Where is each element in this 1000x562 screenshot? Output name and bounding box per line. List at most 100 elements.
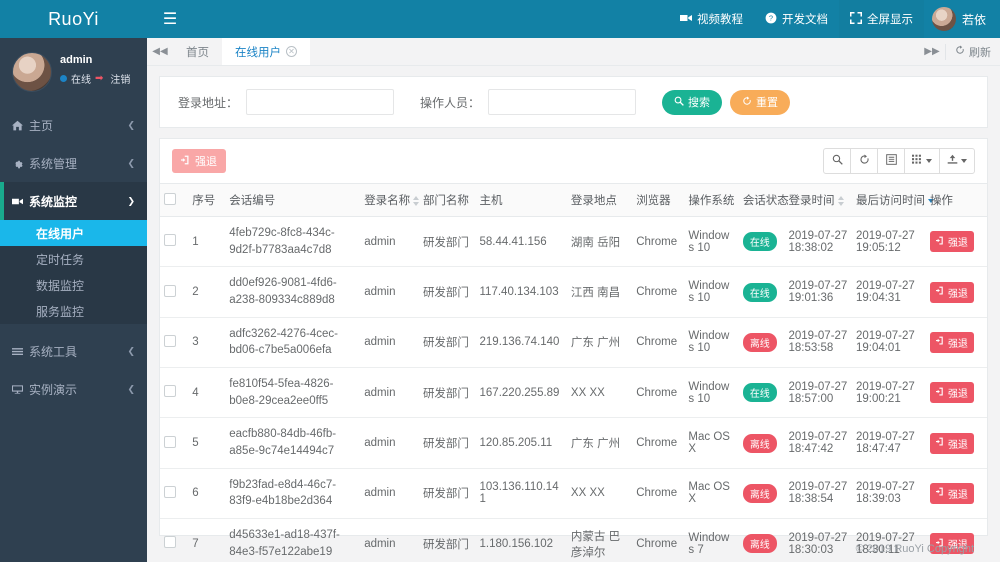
double-left-icon[interactable]: ◀◀ bbox=[147, 38, 173, 65]
sidebar-subitem-online-users[interactable]: 在线用户 bbox=[0, 220, 147, 246]
monitor-icon bbox=[12, 384, 23, 395]
th-login-name[interactable]: 登录名称 bbox=[360, 183, 420, 217]
sidebar-item-demo[interactable]: 实例演示 ❮ bbox=[0, 370, 147, 408]
search-button[interactable]: 搜索 bbox=[662, 89, 723, 115]
cell-action: 强退 bbox=[925, 367, 987, 419]
th-label-browser: 浏览器 bbox=[636, 195, 671, 207]
table-row[interactable]: 6 f9b23fad-e8d4-46c7-83f9-e4b18be2d364 adm… bbox=[160, 468, 987, 520]
chevron-left-icon: ❮ bbox=[127, 119, 135, 130]
sidebar-subitem-service-monitor[interactable]: 服务监控 bbox=[0, 298, 147, 324]
cell-session-id: 4feb729c-8fc8-434c-9d2f-b7783aa4c7d8 bbox=[225, 216, 361, 268]
th-select-all[interactable] bbox=[160, 183, 189, 217]
brand-logo[interactable]: RuoYi bbox=[0, 0, 147, 38]
chevron-down-icon: ❯ bbox=[127, 195, 135, 206]
row-checkbox[interactable] bbox=[164, 334, 176, 347]
row-checkbox-cell bbox=[160, 417, 189, 469]
toolbar-export-button[interactable] bbox=[939, 148, 975, 174]
cell-action: 强退 bbox=[925, 317, 987, 369]
topbar-nav: 视频教程 ? 开发文档 全屏显示 若依 bbox=[669, 0, 1000, 38]
force-logout-button[interactable]: 强退 bbox=[929, 432, 974, 454]
cell-location: XX XX bbox=[566, 367, 633, 419]
cell-login-time: 2019-07-27 18:38:54 bbox=[784, 468, 852, 520]
top-navbar: ☰ 视频教程 ? 开发文档 全屏显示 若依 bbox=[147, 0, 1000, 38]
table-panel: 强退 序号 会话编号 登录名称 部门名称 主机 登录地点 浏览器 操作系统 会话… bbox=[159, 138, 988, 562]
cell-session-id: adfc3262-4276-4cec-bd06-c7be5a006efa bbox=[225, 317, 361, 369]
search-input-operator[interactable] bbox=[488, 89, 637, 115]
home-icon bbox=[12, 120, 23, 131]
sort-icon[interactable] bbox=[413, 195, 420, 206]
table-tool-buttons bbox=[823, 148, 975, 174]
th-label-os: 操作系统 bbox=[688, 195, 735, 207]
cell-status: 离线 bbox=[738, 417, 785, 469]
sidebar-subitem-label-service-monitor: 服务监控 bbox=[36, 304, 85, 319]
refresh-button[interactable]: 刷新 bbox=[946, 44, 1000, 60]
force-logout-button[interactable]: 强退 bbox=[929, 482, 974, 504]
topbar-user[interactable]: 若依 bbox=[924, 7, 1000, 31]
toolbar-columns-button[interactable] bbox=[904, 148, 940, 174]
table-header-row: 序号 会话编号 登录名称 部门名称 主机 登录地点 浏览器 操作系统 会话状态 … bbox=[160, 183, 987, 217]
cell-session-id: dd0ef926-9081-4fd6-a238-809334c889d8 bbox=[225, 266, 361, 318]
th-action: 操作 bbox=[925, 183, 987, 217]
sort-icon[interactable] bbox=[837, 195, 844, 206]
cell-session-id: f9b23fad-e8d4-46c7-83f9-e4b18be2d364 bbox=[225, 468, 361, 520]
toolbar-refresh-button[interactable] bbox=[850, 148, 878, 174]
sidebar-item-system-monitor[interactable]: 系统监控 ❯ bbox=[0, 182, 147, 220]
force-logout-button[interactable]: 强退 bbox=[929, 231, 974, 253]
status-badge: 在线 bbox=[742, 383, 777, 403]
table-row[interactable]: 3 adfc3262-4276-4cec-bd06-c7be5a006efa adm… bbox=[160, 317, 987, 369]
table-row[interactable]: 1 4feb729c-8fc8-434c-9d2f-b7783aa4c7d8 adm… bbox=[160, 216, 987, 268]
cell-location: 湖南 岳阳 bbox=[566, 216, 633, 268]
topbar-item-dev-docs[interactable]: ? 开发文档 bbox=[754, 0, 839, 38]
force-logout-button[interactable]: 强退 bbox=[929, 281, 974, 303]
th-dept: 部门名称 bbox=[418, 183, 476, 217]
batch-force-logout-button[interactable]: 强退 bbox=[172, 149, 226, 173]
close-icon[interactable]: ✕ bbox=[286, 46, 297, 57]
cell-host: 117.40.134.103 bbox=[475, 266, 567, 318]
cell-location: 广东 广州 bbox=[566, 417, 633, 469]
row-checkbox[interactable] bbox=[164, 385, 176, 398]
reset-button[interactable]: 重置 bbox=[730, 89, 791, 115]
th-os: 操作系统 bbox=[684, 183, 739, 217]
tab-home[interactable]: 首页 bbox=[173, 38, 222, 65]
main-area: ☰ 视频教程 ? 开发文档 全屏显示 若依 ◀◀ 首页 在线用户 ✕ ▶▶ 刷新… bbox=[147, 0, 1000, 562]
row-checkbox[interactable] bbox=[164, 485, 176, 498]
refresh-icon bbox=[742, 96, 752, 109]
topbar-item-video-tutorial[interactable]: 视频教程 bbox=[669, 0, 754, 38]
row-checkbox[interactable] bbox=[164, 435, 176, 448]
cell-login-name: admin bbox=[360, 216, 419, 268]
chevron-down-icon bbox=[961, 159, 967, 163]
tab-label-online-users: 在线用户 bbox=[235, 46, 281, 59]
sidebar-item-system-management[interactable]: 系统管理 ❮ bbox=[0, 144, 147, 182]
sidebar-subitem-scheduled-tasks[interactable]: 定时任务 bbox=[0, 246, 147, 272]
export-icon bbox=[947, 154, 958, 168]
th-login-time[interactable]: 登录时间 bbox=[784, 183, 852, 217]
toolbar-toggle-view-button[interactable] bbox=[877, 148, 905, 174]
sidebar-subitem-data-monitor[interactable]: 数据监控 bbox=[0, 272, 147, 298]
table-row[interactable]: 2 dd0ef926-9081-4fd6-a238-809334c889d8 adm… bbox=[160, 266, 987, 318]
status-badge: 离线 bbox=[742, 483, 777, 503]
row-checkbox[interactable] bbox=[164, 234, 176, 247]
double-right-icon[interactable]: ▶▶ bbox=[919, 46, 945, 57]
search-button-label: 搜索 bbox=[688, 97, 711, 109]
table-row[interactable]: 4 fe810f54-5fea-4826-b0e8-29cea2ee0ff5 adm… bbox=[160, 367, 987, 419]
profile-status-label[interactable]: 在线 bbox=[71, 71, 91, 86]
th-index: 序号 bbox=[188, 183, 226, 217]
select-all-checkbox[interactable] bbox=[164, 192, 176, 205]
table-row[interactable]: 5 eacfb880-84db-46fb-a85e-9c74e14494c7 adm… bbox=[160, 417, 987, 469]
user-profile: admin 在线 ➡ 注销 bbox=[0, 38, 147, 102]
sidebar-item-system-tools[interactable]: 系统工具 ❮ bbox=[0, 332, 147, 370]
online-users-table: 序号 会话编号 登录名称 部门名称 主机 登录地点 浏览器 操作系统 会话状态 … bbox=[160, 183, 987, 562]
toolbar-search-icon-button[interactable] bbox=[823, 148, 851, 174]
row-checkbox[interactable] bbox=[164, 284, 176, 297]
table-head: 序号 会话编号 登录名称 部门名称 主机 登录地点 浏览器 操作系统 会话状态 … bbox=[160, 183, 987, 217]
th-last-access[interactable]: 最后访问时间 bbox=[851, 183, 934, 217]
status-badge: 离线 bbox=[742, 332, 777, 352]
force-logout-button[interactable]: 强退 bbox=[929, 331, 974, 353]
force-logout-button[interactable]: 强退 bbox=[929, 382, 974, 404]
tab-online-users[interactable]: 在线用户 ✕ bbox=[222, 38, 310, 65]
sidebar-item-home[interactable]: 主页 ❮ bbox=[0, 106, 147, 144]
search-input-login-address[interactable] bbox=[246, 89, 395, 115]
logout-label[interactable]: 注销 bbox=[110, 71, 130, 86]
topbar-item-fullscreen[interactable]: 全屏显示 bbox=[838, 0, 924, 38]
hamburger-icon[interactable]: ☰ bbox=[147, 9, 193, 29]
